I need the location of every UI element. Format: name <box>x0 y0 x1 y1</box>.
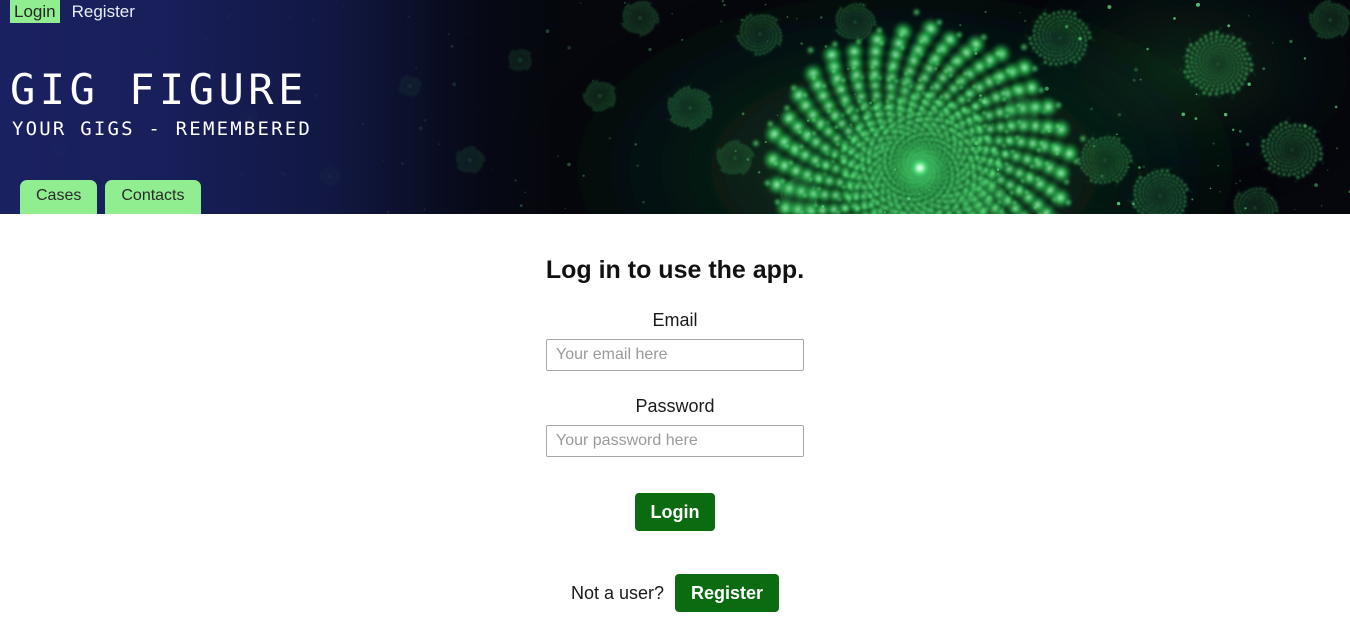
register-prompt-row: Not a user? Register <box>570 574 780 612</box>
hero-banner: Login Register GIG FIGURE YOUR GIGS - RE… <box>0 0 1350 214</box>
nav-link-register[interactable]: Register <box>68 0 139 23</box>
nav-link-login[interactable]: Login <box>10 0 60 23</box>
email-input[interactable] <box>546 339 804 371</box>
login-page-content: Log in to use the app. Email Password Lo… <box>0 214 1350 612</box>
register-prompt-text: Not a user? <box>570 583 665 603</box>
site-tagline: YOUR GIGS - REMEMBERED <box>12 118 313 140</box>
hero-titles: GIG FIGURE YOUR GIGS - REMEMBERED <box>10 66 312 142</box>
top-navigation: Login Register <box>0 0 139 23</box>
email-label: Email <box>652 310 698 330</box>
password-label: Password <box>635 396 715 416</box>
password-input[interactable] <box>546 425 804 457</box>
email-field-group: Email <box>546 309 804 371</box>
password-field-group: Password <box>546 395 804 457</box>
tab-bar: Cases Contacts <box>20 180 201 214</box>
tab-cases[interactable]: Cases <box>20 180 98 214</box>
register-button[interactable]: Register <box>675 574 780 612</box>
page-title: Log in to use the app. <box>545 256 805 284</box>
tab-contacts[interactable]: Contacts <box>105 180 201 214</box>
login-button[interactable]: Login <box>634 493 716 531</box>
site-title: GIG FIGURE <box>10 65 308 114</box>
